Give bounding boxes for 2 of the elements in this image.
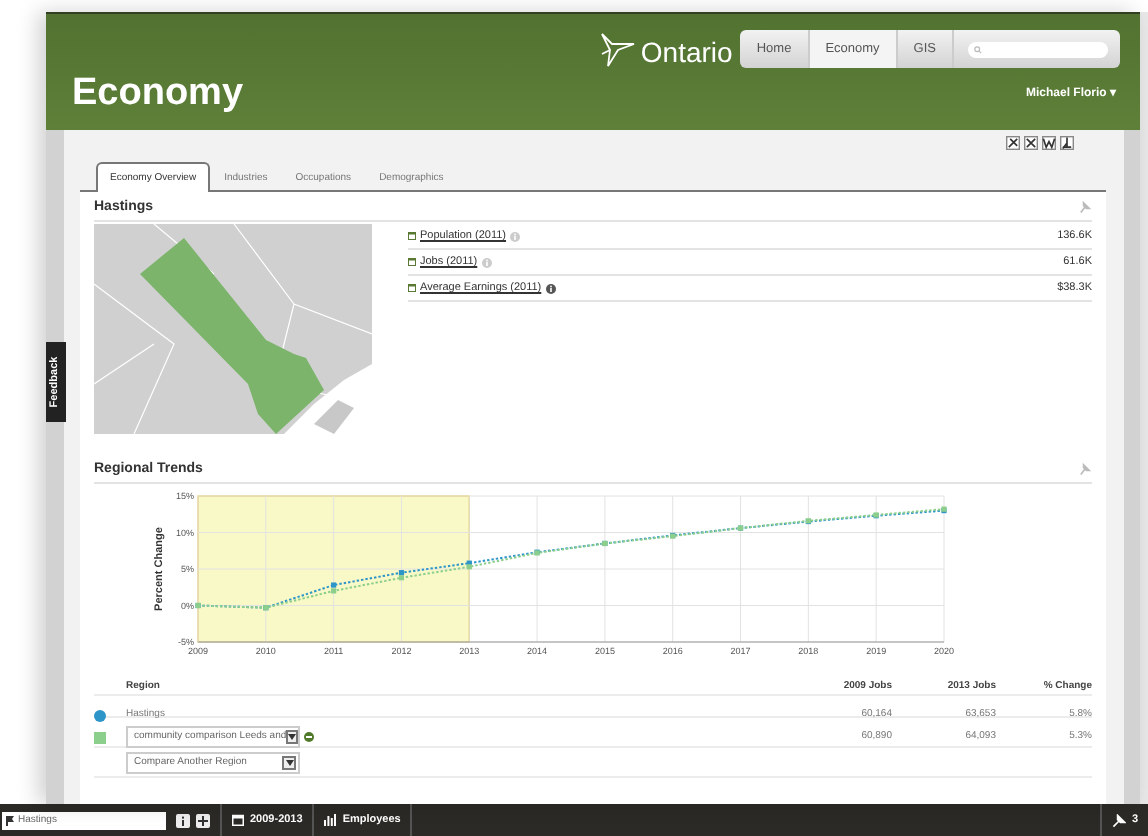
page-title: Economy: [72, 72, 244, 118]
brand-name: Ontario: [640, 35, 733, 67]
